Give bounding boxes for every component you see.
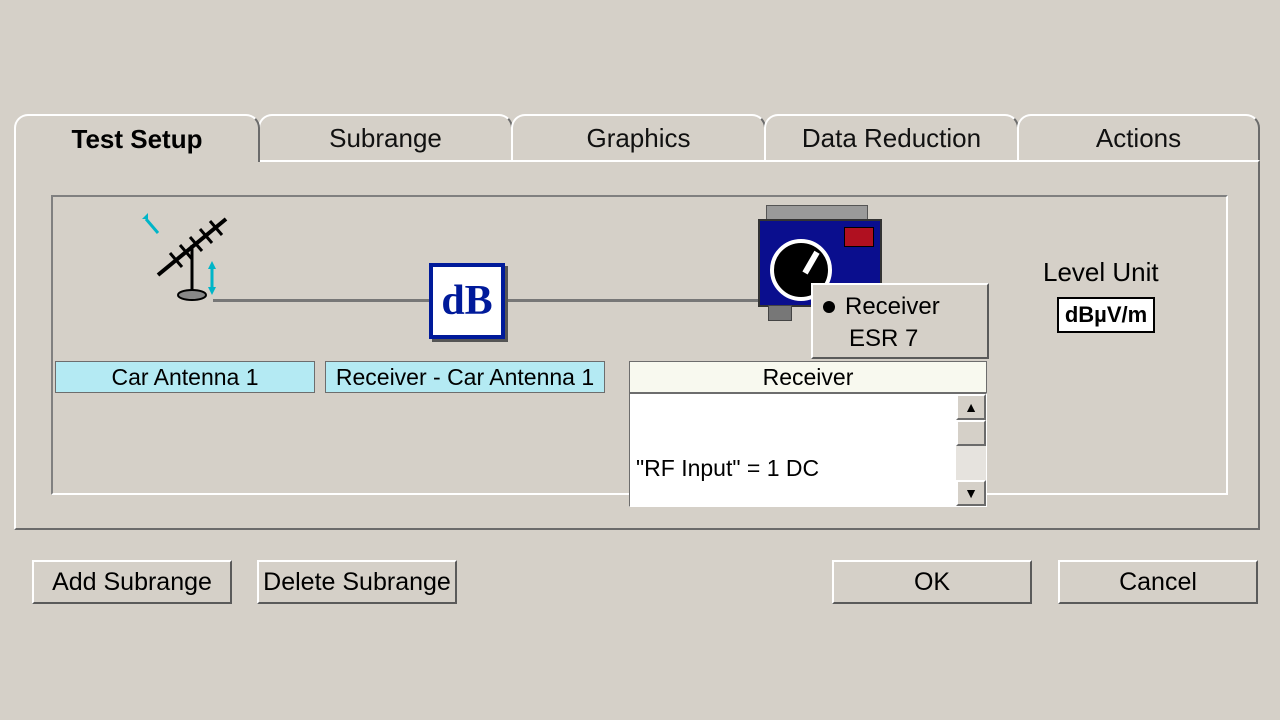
tab-test-setup[interactable]: Test Setup bbox=[14, 114, 260, 162]
ok-button[interactable]: OK bbox=[832, 560, 1032, 604]
tab-label: Data Reduction bbox=[802, 123, 981, 154]
antenna-label-chip[interactable]: Car Antenna 1 bbox=[55, 361, 315, 393]
receiver-tooltip: Receiver ESR 7 bbox=[811, 283, 989, 359]
signal-chain-frame: dB Receiver ESR 7 Level Unit dBµV/m C bbox=[51, 195, 1228, 495]
tab-strip: Test Setup Subrange Graphics Data Reduct… bbox=[14, 114, 1260, 162]
receiver-settings-listbox[interactable]: "RF Input" = 1 DC "No. of Repetitions" =… bbox=[629, 393, 987, 507]
tab-data-reduction[interactable]: Data Reduction bbox=[764, 114, 1019, 162]
tab-subrange[interactable]: Subrange bbox=[258, 114, 513, 162]
chevron-up-icon: ▲ bbox=[964, 393, 978, 421]
listbox-content: "RF Input" = 1 DC "No. of Repetitions" =… bbox=[636, 398, 952, 507]
instrument-base bbox=[768, 305, 792, 321]
scroll-up-button[interactable]: ▲ bbox=[956, 394, 986, 420]
add-subrange-button[interactable]: Add Subrange bbox=[32, 560, 232, 604]
tab-panel: dB Receiver ESR 7 Level Unit dBµV/m C bbox=[14, 160, 1260, 530]
scroll-down-button[interactable]: ▼ bbox=[956, 480, 986, 506]
db-text: dB bbox=[441, 277, 492, 325]
receiver-label-chip[interactable]: Receiver bbox=[629, 361, 987, 393]
tooltip-line1: Receiver bbox=[845, 291, 940, 323]
db-attenuation-icon[interactable]: dB bbox=[429, 263, 505, 339]
tab-graphics[interactable]: Graphics bbox=[511, 114, 766, 162]
instrument-screen bbox=[844, 227, 874, 247]
antenna-icon bbox=[139, 205, 241, 305]
listbox-scrollbar[interactable]: ▲ ▼ bbox=[956, 394, 986, 506]
tab-actions[interactable]: Actions bbox=[1017, 114, 1260, 162]
tooltip-line2: ESR 7 bbox=[823, 323, 977, 355]
bullet-icon bbox=[823, 301, 835, 313]
path-label-chip[interactable]: Receiver - Car Antenna 1 bbox=[325, 361, 605, 393]
tab-notch bbox=[16, 160, 256, 164]
chevron-down-icon: ▼ bbox=[964, 479, 978, 507]
level-unit-caption: Level Unit bbox=[1043, 257, 1159, 288]
level-unit-value[interactable]: dBµV/m bbox=[1057, 297, 1155, 333]
tab-label: Actions bbox=[1096, 123, 1181, 154]
cancel-button[interactable]: Cancel bbox=[1058, 560, 1258, 604]
tab-label: Subrange bbox=[329, 123, 442, 154]
tab-label: Graphics bbox=[586, 123, 690, 154]
list-item: "RF Input" = 1 DC bbox=[636, 454, 952, 482]
signal-line bbox=[213, 299, 853, 302]
tab-label: Test Setup bbox=[72, 124, 203, 155]
scroll-thumb[interactable] bbox=[956, 420, 986, 446]
scroll-track[interactable] bbox=[956, 446, 986, 480]
delete-subrange-button[interactable]: Delete Subrange bbox=[257, 560, 457, 604]
